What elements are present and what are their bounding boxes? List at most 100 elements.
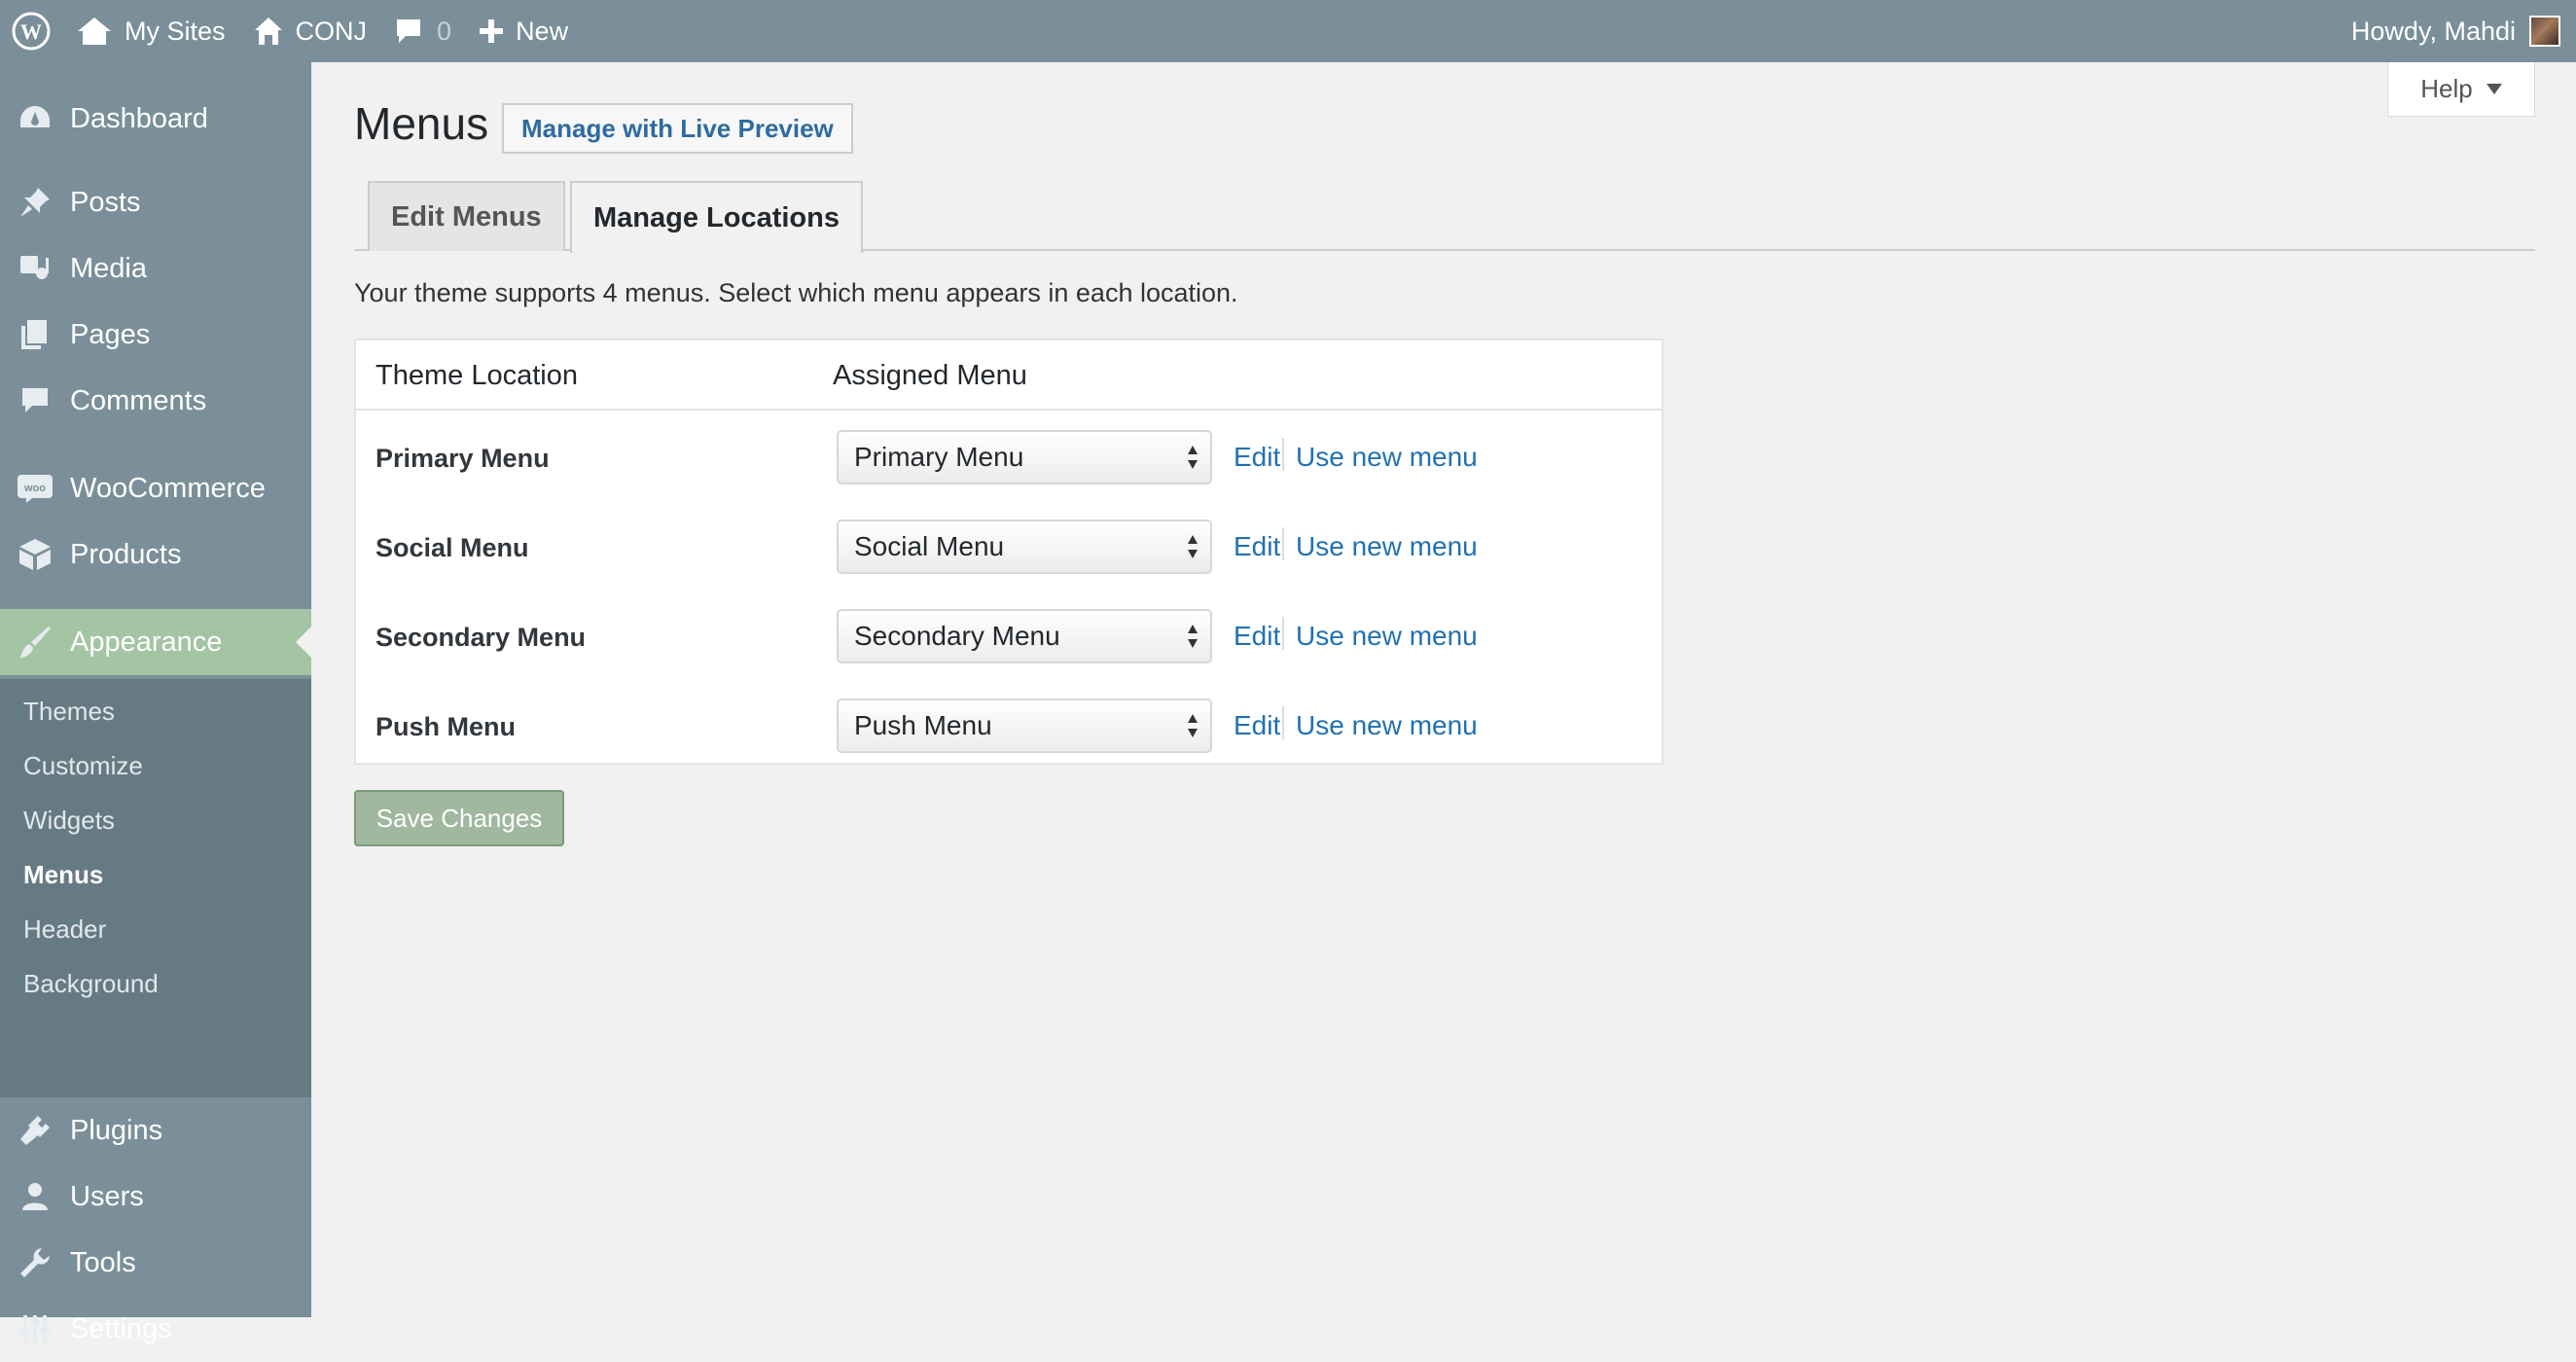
wordpress-logo-icon[interactable]: W (0, 0, 62, 62)
avatar (2529, 16, 2560, 47)
select-value: Secondary Menu (854, 621, 1060, 651)
use-new-menu-link[interactable]: Use new menu (1296, 710, 1478, 741)
comment-icon (22, 388, 48, 412)
sidebar-item-posts[interactable]: Posts (0, 169, 311, 235)
tab-manage-locations[interactable]: Manage Locations (570, 181, 863, 253)
help-button[interactable]: Help (2387, 62, 2535, 117)
comment-bubble-icon (397, 19, 421, 43)
sidebar-item-label: Users (70, 1180, 144, 1212)
main-content: Help Menus Manage with Live Preview Edit… (311, 62, 2576, 1317)
dashboard-icon (20, 106, 50, 127)
sidebar-item-label: Plugins (70, 1114, 163, 1146)
table-row: Secondary Menu Secondary Menu Edit Use n… (356, 593, 1662, 683)
live-preview-button[interactable]: Manage with Live Preview (502, 103, 853, 154)
comments-count: 0 (437, 16, 452, 46)
select-arrows-icon (1188, 446, 1198, 469)
new-content-link[interactable]: New (465, 0, 582, 62)
menu-select[interactable]: Social Menu (837, 520, 1212, 574)
use-new-menu-link[interactable]: Use new menu (1296, 442, 1478, 473)
submenu-customize[interactable]: Customize (23, 751, 143, 781)
appearance-submenu: Themes Customize Widgets Menus Header Ba… (0, 679, 311, 1097)
menu-select[interactable]: Primary Menu (837, 430, 1212, 484)
table-row: Push Menu Push Menu Edit Use new menu (356, 683, 1662, 772)
link-separator (1282, 527, 1284, 560)
svg-text:woo: woo (23, 483, 46, 494)
submenu-themes[interactable]: Themes (23, 697, 115, 727)
sidebar-item-plugins[interactable]: Plugins (0, 1097, 311, 1164)
sidebar-item-media[interactable]: Media (0, 235, 311, 302)
select-arrows-icon (1188, 535, 1198, 558)
sidebar-item-appearance[interactable]: Appearance (0, 609, 311, 675)
sidebar-item-pages[interactable]: Pages (0, 302, 311, 368)
svg-text:W: W (20, 19, 42, 44)
edit-link[interactable]: Edit (1234, 621, 1280, 652)
admin-bar: W My Sites CONJ 0 New Howdy, Mahdi (0, 0, 2576, 62)
site-name-link[interactable]: CONJ (239, 0, 381, 62)
sidebar-item-label: WooCommerce (70, 472, 266, 504)
sidebar-item-settings[interactable]: Settings (0, 1296, 311, 1362)
my-sites-label: My Sites (125, 16, 226, 46)
table-header: Theme Location Assigned Menu (356, 340, 1662, 411)
new-label: New (516, 16, 569, 46)
my-sites-link[interactable]: My Sites (62, 0, 239, 62)
sidebar-item-label: Settings (70, 1312, 172, 1344)
link-separator (1282, 706, 1284, 739)
plug-icon (20, 1116, 50, 1145)
link-separator (1282, 617, 1284, 650)
submenu-background[interactable]: Background (23, 969, 159, 999)
sidebar-item-woocommerce[interactable]: woo WooCommerce (0, 455, 311, 521)
select-arrows-icon (1188, 625, 1198, 648)
submenu-header[interactable]: Header (23, 914, 106, 945)
pages-icon (21, 320, 47, 349)
select-arrows-icon (1188, 714, 1198, 737)
home-icon (254, 18, 282, 45)
select-value: Primary Menu (854, 442, 1024, 472)
link-separator (1282, 438, 1284, 471)
media-icon (20, 256, 49, 279)
sidebar-item-label: Products (70, 538, 182, 570)
edit-link[interactable]: Edit (1234, 531, 1280, 562)
menu-select[interactable]: Secondary Menu (837, 609, 1212, 663)
comments-link[interactable]: 0 (380, 0, 465, 62)
triangle-down-icon (2486, 83, 2502, 94)
sidebar-item-comments[interactable]: Comments (0, 368, 311, 434)
sidebar-item-label: Appearance (70, 626, 223, 658)
tab-edit-menus[interactable]: Edit Menus (368, 181, 565, 251)
select-value: Social Menu (854, 531, 1005, 561)
save-changes-button[interactable]: Save Changes (354, 790, 564, 846)
sidebar-item-dashboard[interactable]: Dashboard (0, 86, 311, 152)
edit-link[interactable]: Edit (1234, 710, 1280, 741)
use-new-menu-link[interactable]: Use new menu (1296, 621, 1478, 652)
sidebar-item-label: Comments (70, 384, 207, 416)
user-icon (22, 1183, 48, 1210)
sidebar-item-label: Pages (70, 318, 151, 350)
brush-icon (19, 627, 51, 658)
sidebar-item-label: Tools (70, 1246, 136, 1278)
submenu-widgets[interactable]: Widgets (23, 806, 115, 836)
sidebar-item-label: Media (70, 252, 147, 284)
pin-icon (20, 188, 50, 217)
column-header-location: Theme Location (376, 360, 578, 391)
location-name: Push Menu (376, 712, 517, 741)
account-menu[interactable]: Howdy, Mahdi (2338, 0, 2576, 62)
column-header-assigned: Assigned Menu (833, 360, 1027, 391)
sidebar-item-label: Posts (70, 186, 141, 218)
plus-icon (480, 19, 504, 43)
edit-link[interactable]: Edit (1234, 442, 1280, 473)
sidebar-item-tools[interactable]: Tools (0, 1230, 311, 1296)
locations-table: Theme Location Assigned Menu Primary Men… (354, 339, 1664, 765)
woo-icon: woo (18, 475, 53, 503)
my-sites-icon (78, 18, 111, 45)
sidebar-item-products[interactable]: Products (0, 521, 311, 588)
submenu-menus[interactable]: Menus (23, 860, 103, 890)
intro-text: Your theme supports 4 menus. Select whic… (354, 278, 1238, 307)
admin-sidebar: Dashboard Posts Media Pages Comments woo… (0, 62, 311, 1344)
page-title: Menus (354, 98, 489, 149)
use-new-menu-link[interactable]: Use new menu (1296, 531, 1478, 562)
location-name: Primary Menu (376, 444, 550, 473)
location-name: Social Menu (376, 533, 529, 562)
sidebar-item-users[interactable]: Users (0, 1164, 311, 1230)
table-row: Social Menu Social Menu Edit Use new men… (356, 504, 1662, 593)
sliders-icon (20, 1315, 50, 1343)
menu-select[interactable]: Push Menu (837, 699, 1212, 753)
